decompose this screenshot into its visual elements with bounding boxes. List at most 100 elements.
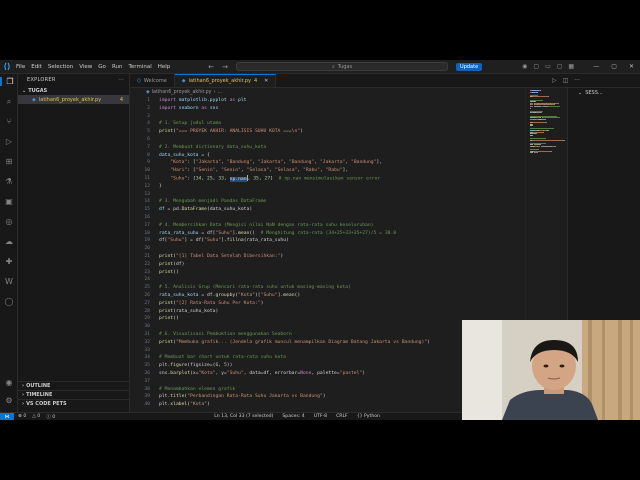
code-line[interactable]: 22 print(df) <box>130 261 520 269</box>
code-token: plt <box>235 98 247 103</box>
code-line[interactable]: 13 <box>130 191 520 199</box>
close-tab-icon[interactable]: ✕ <box>264 78 268 84</box>
code-token: = df. <box>198 293 216 298</box>
code-line[interactable]: 26 rata_suhu_kota = df.groupby("Kota")["S… <box>130 292 520 300</box>
status-problems[interactable]: ⊗ 0 △ 0 ⓘ 0 <box>18 414 55 420</box>
menu-file[interactable]: File <box>16 64 25 70</box>
close-icon[interactable]: ✕ <box>629 63 634 70</box>
code-line[interactable]: 19 df["Suhu"] = df["Suhu"].fillna(rata_ra… <box>130 237 520 245</box>
code-line[interactable]: 20 <box>130 245 520 253</box>
menu-help[interactable]: Help <box>158 64 171 70</box>
run-icon[interactable]: ▷ <box>552 77 557 84</box>
code-token: = { <box>198 152 210 158</box>
code-token: (df) <box>173 261 185 267</box>
minimize-icon[interactable]: — <box>593 63 599 70</box>
more-actions-icon[interactable]: ··· <box>574 77 580 84</box>
code-line[interactable]: 15 df = pd.DataFrame(data_suhu_kota) <box>130 206 520 214</box>
tab-latihan6[interactable]: ◆ latihan6_proyek_akhir.py 4 ✕ <box>174 74 277 87</box>
encoding[interactable]: UTF-8 <box>314 414 327 419</box>
indentation[interactable]: Spaces: 4 <box>282 414 304 419</box>
code-line[interactable]: 4 # 1. Setup judul utama <box>130 120 520 128</box>
code-line[interactable]: 3 <box>130 113 520 121</box>
code-line[interactable]: 23 print() <box>130 269 520 277</box>
remote-explorer-icon[interactable]: ▣ <box>0 197 18 206</box>
extensions-icon[interactable]: ⊞ <box>0 157 18 166</box>
code-line[interactable]: 12} <box>130 183 520 191</box>
code-text: # Membuat bar chart untuk rata-rata suhu… <box>154 354 286 362</box>
wordpress-icon[interactable]: W <box>0 277 18 286</box>
menu-go[interactable]: Go <box>98 64 106 70</box>
code-line[interactable]: 11 "Suhu": [34, 25, 33, np.nan, 35, 27] … <box>130 175 520 183</box>
code-line[interactable]: 9 "Kota": ["Jakarta", "Bandung", "Jakart… <box>130 159 520 167</box>
cursor-position[interactable]: Ln 13, Col 33 (7 selected) <box>214 414 273 419</box>
code-token: "Bandung" <box>351 160 377 166</box>
line-number: 20 <box>144 246 150 252</box>
github-icon[interactable]: ◯ <box>0 297 18 306</box>
update-button[interactable]: Update <box>456 62 483 71</box>
toggle-secondary-sidebar-icon[interactable]: ▢ <box>557 63 563 70</box>
code-line[interactable]: 8 data_suhu_kota = { <box>130 152 520 160</box>
back-arrow-icon[interactable]: ← <box>208 63 214 71</box>
line-number: 34 <box>144 355 150 361</box>
end-of-line[interactable]: CRLF <box>336 414 348 419</box>
code-line[interactable]: 21 print("[1] Tabel Data Setelah Dibersih… <box>130 253 520 261</box>
accounts-icon[interactable]: ◉ <box>0 378 18 387</box>
outline-section[interactable]: › OUTLINE <box>18 381 130 390</box>
breadcrumb-symbol[interactable]: ... <box>217 90 222 95</box>
maximize-icon[interactable]: ▢ <box>611 63 617 70</box>
toggle-sidebar-icon[interactable]: ▢ <box>533 63 539 70</box>
settings-gear-icon[interactable]: ⚙ <box>0 396 18 405</box>
code-line[interactable]: 5 print("=== PROYEK AKHIR: ANALISIS SUHU … <box>130 128 520 136</box>
remote-indicator-icon[interactable]: ⋈ <box>0 412 14 420</box>
code-line[interactable]: 2 import seaborn as sns <box>130 105 520 113</box>
code-line[interactable]: 16 <box>130 214 520 222</box>
code-token: ], <box>376 160 383 166</box>
forward-arrow-icon[interactable]: → <box>222 63 228 71</box>
code-line[interactable]: 25 # 5. Analisis Grup (Mencari rata-rata … <box>130 284 520 292</box>
code-line[interactable]: 10 "Hari": ["Senin", "Senin", "Selasa", … <box>130 167 520 175</box>
run-debug-icon[interactable]: ▷ <box>0 137 18 146</box>
copilot-icon[interactable]: ◎ <box>0 217 18 226</box>
code-token: "Kota" <box>190 402 207 408</box>
more-actions-icon[interactable]: ··· <box>118 77 129 83</box>
code-line[interactable]: 28 print(rata_suhu_kota) <box>130 308 520 316</box>
folder-tugas[interactable]: ⌄ TUGAS <box>18 86 129 95</box>
menu-edit[interactable]: Edit <box>31 64 42 70</box>
command-center-search[interactable]: ⌕ Tugas <box>236 62 449 71</box>
vscode-pets-section[interactable]: › VS CODE PETS <box>18 399 130 408</box>
layout-controls: ◉ ▢ ▭ ▢ ▦ <box>522 63 574 70</box>
docker-icon[interactable]: ✚ <box>0 257 18 266</box>
search-view-icon[interactable]: ⌕ <box>0 97 18 107</box>
menu-view[interactable]: View <box>79 64 92 70</box>
line-number: 33 <box>144 347 150 353</box>
code-line[interactable]: 17 # 4. Membersihkan Data (Mengisi nilai … <box>130 222 520 230</box>
code-line[interactable]: 24 <box>130 276 520 284</box>
code-token: # Menghitung rata-rata (34+25+33+35+27)/… <box>260 230 397 236</box>
customize-layout-icon[interactable]: ▦ <box>568 63 574 70</box>
source-control-icon[interactable]: ⑂ <box>0 117 18 126</box>
testing-icon[interactable]: ⚗ <box>0 177 18 186</box>
split-editor-icon[interactable]: ◫ <box>563 77 569 84</box>
menu-run[interactable]: Run <box>112 64 123 70</box>
menu-terminal[interactable]: Terminal <box>128 64 151 70</box>
breadcrumb-file[interactable]: latihan6_proyek_akhir.py <box>152 90 212 95</box>
file-item[interactable]: ◆ latihan6_proyek_akhir.py 4 <box>18 95 129 104</box>
cloud-icon[interactable]: ☁ <box>0 237 18 246</box>
language-mode[interactable]: {} Python <box>357 414 380 419</box>
code-token: ) <box>207 402 210 408</box>
timeline-section[interactable]: › TIMELINE <box>18 390 130 399</box>
account-icon[interactable]: ◉ <box>522 63 527 70</box>
toggle-panel-icon[interactable]: ▭ <box>545 63 551 70</box>
code-line[interactable]: 7 # 2. Membuat dictionary data_suhu_kota <box>130 144 520 152</box>
menu-selection[interactable]: Selection <box>48 64 73 70</box>
code-line[interactable]: 18 rata_rata_suhu = df["Suhu"].mean() # M… <box>130 230 520 238</box>
code-line[interactable]: 27 print("[2] Rata-Rata Suhu Per Kota:") <box>130 300 520 308</box>
tab-welcome[interactable]: ⟨⟩ Welcome <box>130 74 175 87</box>
minimap-line <box>540 146 548 147</box>
code-token: import <box>159 98 176 103</box>
code-line[interactable]: 6 <box>130 136 520 144</box>
explorer-icon[interactable]: ❐ <box>0 77 18 86</box>
code-line[interactable]: 14 # 3. Mengubah menjadi Pandas DataFrame <box>130 198 520 206</box>
code-line[interactable]: 1 import matplotlib.pyplot as plt <box>130 97 520 105</box>
secondary-sidebar-title: SESS... <box>585 90 603 96</box>
